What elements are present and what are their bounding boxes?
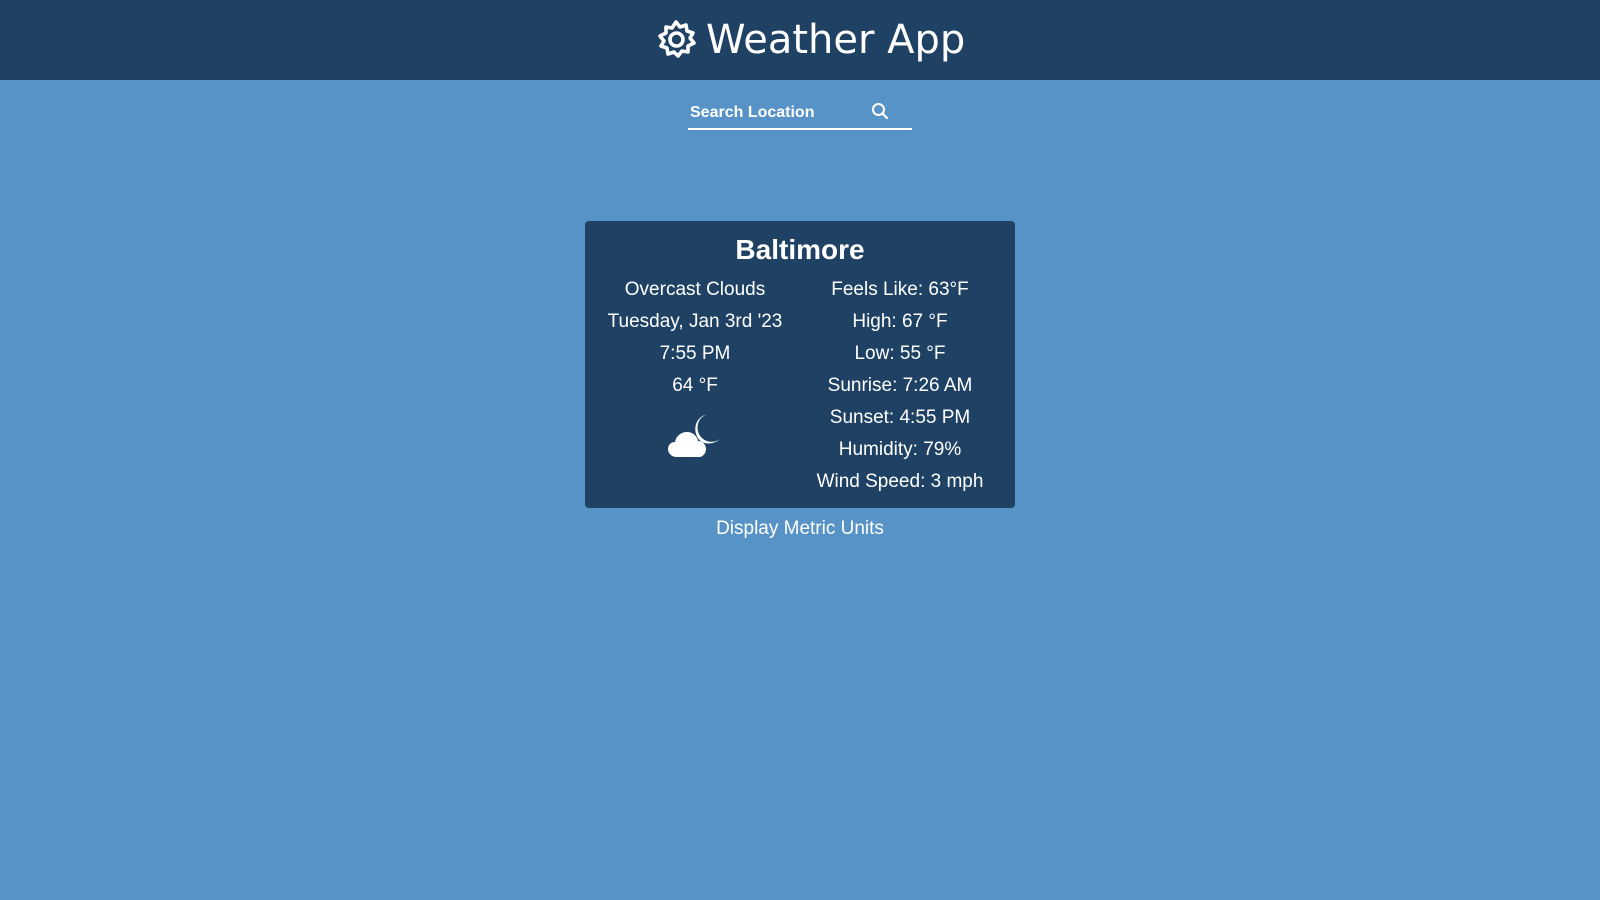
app-header: Weather App (0, 0, 1600, 80)
weather-time: 7:55 PM (659, 343, 731, 364)
sunrise-time: Sunrise: 7:26 AM (827, 375, 973, 396)
brand: Weather App (654, 14, 965, 66)
display-metric-units-button[interactable]: Display Metric Units (0, 516, 1600, 542)
weather-date: Tuesday, Jan 3rd '23 (607, 311, 783, 332)
search-icon (871, 102, 889, 125)
sunset-time: Sunset: 4:55 PM (829, 407, 971, 428)
feels-like: Feels Like: 63°F (831, 279, 969, 300)
city-name: Baltimore (735, 234, 865, 265)
low-temperature: Low: 55 °F (854, 343, 946, 364)
app-title: Weather App (706, 17, 966, 63)
gear-icon (654, 18, 698, 62)
search-button[interactable] (868, 102, 892, 124)
humidity: Humidity: 79% (838, 439, 962, 460)
weather-summary: Overcast Clouds Tuesday, Jan 3rd '23 7:5… (585, 274, 805, 462)
weather-details: Feels Like: 63°F High: 67 °F Low: 55 °F … (795, 274, 1005, 498)
high-temperature: High: 67 °F (852, 311, 948, 332)
current-temperature: 64 °F (672, 375, 718, 396)
weather-description: Overcast Clouds (624, 279, 766, 300)
weather-card: Baltimore Overcast Clouds Tuesday, Jan 3… (585, 221, 1015, 508)
cloud-moon-icon (665, 412, 725, 462)
search-bar (688, 100, 912, 130)
search-input[interactable] (690, 100, 870, 126)
wind-speed: Wind Speed: 3 mph (816, 471, 984, 492)
